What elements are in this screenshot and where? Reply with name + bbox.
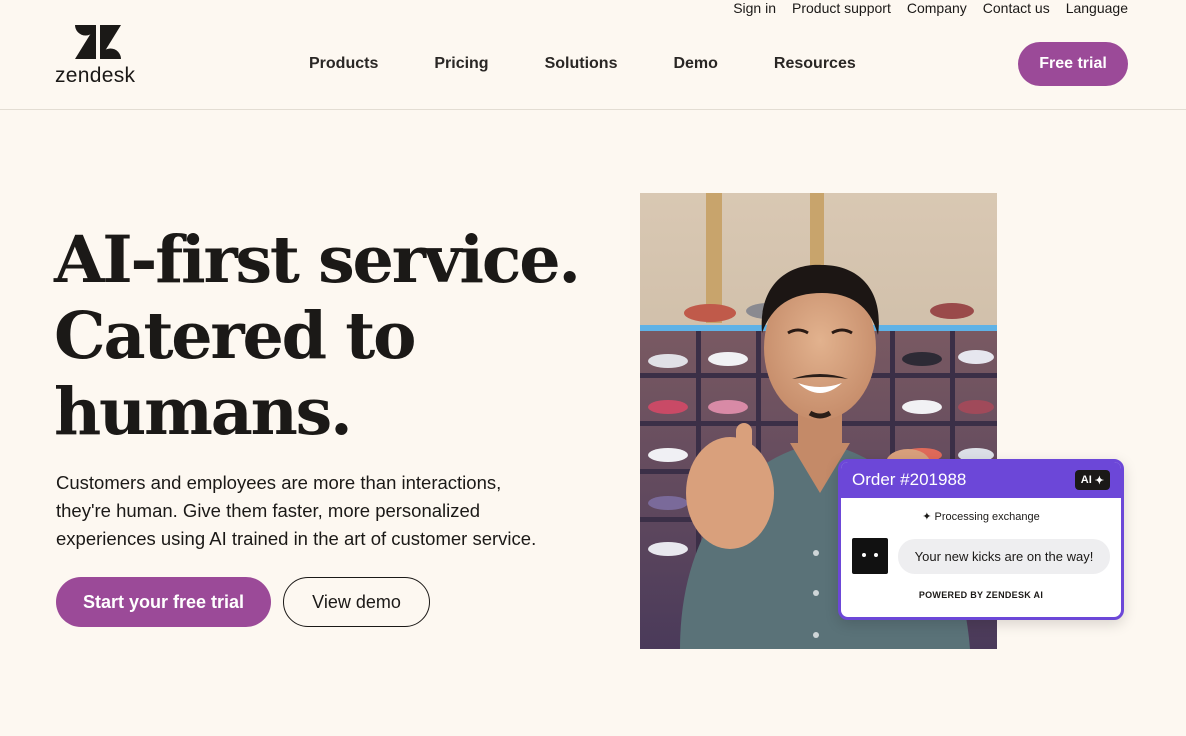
- nav-resources[interactable]: Resources: [774, 54, 856, 74]
- hero-title-line: AI-first service.: [54, 222, 581, 298]
- view-demo-button[interactable]: View demo: [283, 577, 430, 627]
- contact-us-link[interactable]: Contact us: [983, 0, 1050, 16]
- utility-nav: Sign in Product support Company Contact …: [733, 0, 1128, 16]
- order-card: Order #201988 AI ✦ ✦ Processing exchange …: [838, 459, 1124, 620]
- ai-badge: AI ✦: [1074, 470, 1110, 490]
- zendesk-logo-icon: [75, 25, 121, 59]
- nav-solutions[interactable]: Solutions: [545, 54, 618, 74]
- nav-pricing[interactable]: Pricing: [434, 54, 488, 74]
- order-title: Order #201988: [852, 470, 967, 489]
- language-link[interactable]: Language: [1066, 0, 1128, 16]
- nav-products[interactable]: Products: [309, 54, 378, 74]
- company-link[interactable]: Company: [907, 0, 967, 16]
- hero-title-line: humans.: [54, 374, 353, 450]
- logo-wordmark: zendesk: [55, 64, 136, 87]
- hero-subtitle: Customers and employees are more than in…: [56, 469, 596, 553]
- sparkle-icon: ✦: [922, 511, 932, 523]
- sparkle-icon: ✦: [1094, 474, 1104, 487]
- zendesk-logo[interactable]: zendesk: [55, 24, 145, 88]
- sign-in-link[interactable]: Sign in: [733, 0, 776, 16]
- main-nav: Products Pricing Solutions Demo Resource…: [309, 54, 856, 74]
- hero-title: AI-first service. Catered to humans.: [54, 222, 581, 450]
- order-card-header: Order #201988 AI ✦: [841, 462, 1121, 498]
- hero-subtitle-line: Customers and employees are more than in…: [56, 472, 502, 493]
- site-header: Sign in Product support Company Contact …: [0, 0, 1186, 110]
- processing-status: ✦ Processing exchange: [841, 510, 1121, 523]
- hero-subtitle-line: experiences using AI trained in the art …: [56, 528, 537, 549]
- product-support-link[interactable]: Product support: [792, 0, 891, 16]
- ai-badge-label: AI: [1080, 474, 1092, 486]
- processing-label: Processing exchange: [934, 511, 1040, 523]
- start-free-trial-button[interactable]: Start your free trial: [56, 577, 271, 627]
- nav-demo[interactable]: Demo: [673, 54, 717, 74]
- hero-title-line: Catered to: [54, 298, 416, 374]
- bot-avatar-icon: [852, 538, 888, 574]
- powered-by-label: POWERED BY ZENDESK AI: [918, 590, 1044, 600]
- chat-bubble: Your new kicks are on the way!: [898, 539, 1110, 574]
- hero-subtitle-line: they're human. Give them faster, more pe…: [56, 500, 481, 521]
- free-trial-button[interactable]: Free trial: [1018, 42, 1128, 86]
